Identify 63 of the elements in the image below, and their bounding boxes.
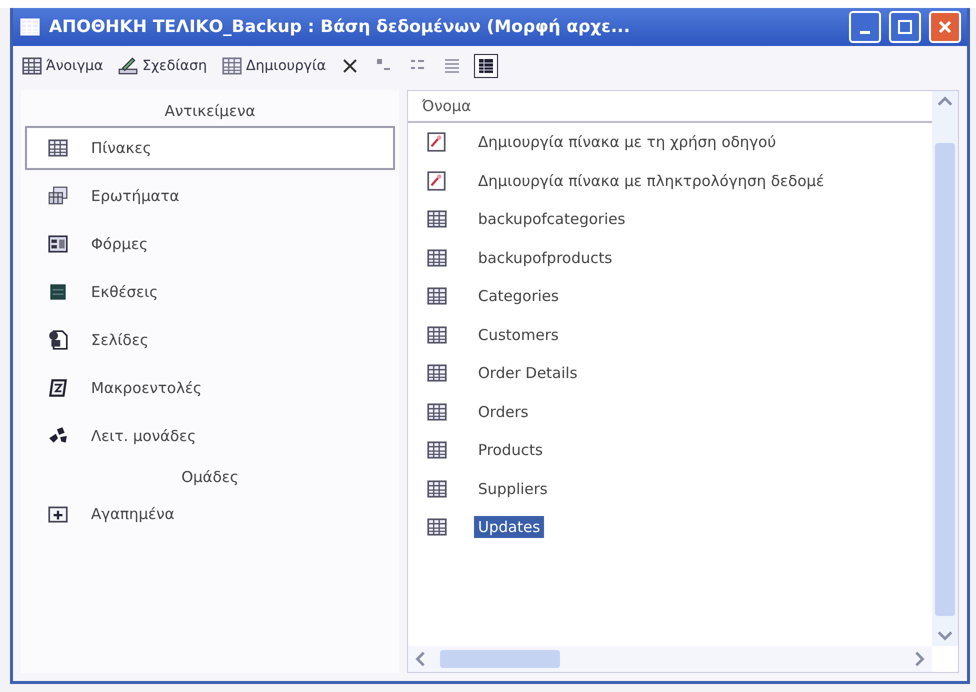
maximize-button[interactable] <box>889 11 921 43</box>
section-header: Ομάδες <box>180 467 240 488</box>
sidebar-item[interactable]: Μακροεντολές <box>25 366 395 410</box>
window-title: ΑΠΟΘΗΚΗ ΤΕΛΙΚΟ_Backup : Βάση δεδομένων (Μορφή αρχε... <box>49 17 632 37</box>
sidebar-item[interactable]: Ερωτήματα <box>25 174 395 218</box>
table-icon <box>426 439 448 462</box>
list-item[interactable]: Order Details <box>474 362 582 384</box>
sidebar-item[interactable]: Αγαπημένα <box>25 492 395 536</box>
sidebar-item[interactable]: Φόρμες <box>25 222 395 266</box>
item-label: Μακροεντολές <box>91 379 202 397</box>
sidebar-item[interactable]: Λειτ. μονάδες <box>25 414 395 458</box>
table-icon <box>426 285 448 308</box>
table-icon <box>426 208 448 230</box>
item-label: Φόρμες <box>91 235 148 253</box>
table-icon <box>426 516 448 538</box>
item-label: Εκθέσεις <box>91 283 158 301</box>
database-icon <box>19 16 41 38</box>
wizard-icon <box>426 131 448 154</box>
item-label: Πίνακες <box>91 139 152 157</box>
list-item[interactable]: Updates <box>474 516 544 538</box>
item-label: Ερωτήματα <box>91 187 180 205</box>
sidebar-item[interactable]: Εκθέσεις <box>25 270 395 314</box>
item-label: Σελίδες <box>91 331 149 349</box>
wizard-icon <box>426 170 448 192</box>
table-icon <box>426 324 448 346</box>
maximize-icon <box>898 20 912 34</box>
table-icon <box>47 137 69 159</box>
minimize-button[interactable] <box>849 11 881 43</box>
horizontal-scrollbar[interactable] <box>408 646 932 672</box>
list-item[interactable]: Suppliers <box>474 478 552 500</box>
stacked-tables-icon <box>47 185 69 207</box>
table-icon <box>426 400 448 423</box>
minimize-icon <box>860 30 870 34</box>
toolbar-button[interactable]: Άνοιγμα <box>19 53 106 79</box>
list-item[interactable]: Orders <box>474 400 532 423</box>
table-icon <box>426 246 448 269</box>
column-header[interactable]: Όνομα <box>408 91 932 123</box>
vertical-scrollbar[interactable] <box>932 91 958 646</box>
sidebar-item[interactable]: Πίνακες <box>25 126 395 170</box>
list-item[interactable]: backupofproducts <box>474 246 616 269</box>
table-icon <box>426 478 448 500</box>
table-icon <box>221 55 244 77</box>
list-item[interactable]: Products <box>474 439 547 462</box>
macro-icon <box>47 377 69 399</box>
list-item[interactable]: Δημιουργία πίνακα με πληκτρολόγηση δεδομέ <box>474 170 828 192</box>
toolbar-button[interactable]: Σχεδίαση <box>115 53 210 79</box>
ruler-pencil-icon <box>117 55 140 77</box>
list-item[interactable]: Customers <box>474 324 563 346</box>
list-item[interactable]: backupofcategories <box>474 208 630 230</box>
form-icon <box>47 233 69 255</box>
item-label: Λειτ. μονάδες <box>91 427 196 445</box>
toolbar-button[interactable]: Δημιουργία <box>219 53 328 79</box>
close-icon <box>938 20 952 34</box>
table-icon <box>21 55 43 77</box>
details-view-button[interactable] <box>474 54 498 78</box>
list-item[interactable]: Categories <box>474 285 563 308</box>
section-header: Αντικείμενα <box>164 101 256 122</box>
close-button[interactable] <box>929 11 961 43</box>
sidebar-item[interactable]: Σελίδες <box>25 318 395 362</box>
list-item[interactable]: Δημιουργία πίνακα με τη χρήση οδηγού <box>474 131 780 154</box>
item-label: Αγαπημένα <box>91 505 174 523</box>
table-icon <box>426 362 448 384</box>
page-icon <box>47 329 69 351</box>
